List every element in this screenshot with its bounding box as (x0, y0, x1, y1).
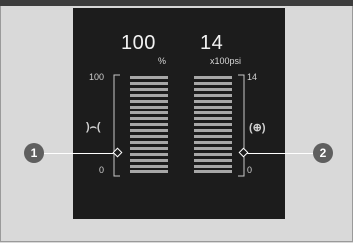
callout-1-badge: 1 (24, 143, 44, 163)
left-gauge-segment (130, 76, 168, 79)
right-gauge-segment (194, 76, 232, 79)
left-gauge-segment (130, 81, 168, 85)
left-gauge-segment (130, 140, 168, 144)
right-gauge-segment (194, 87, 232, 91)
left-gauge-max-label: 100 (89, 72, 105, 82)
right-gauge-segment (194, 117, 232, 121)
left-gauge-bar (130, 76, 168, 176)
right-gauge-segment (194, 152, 232, 156)
callout-2-line (243, 153, 313, 154)
left-gauge-segment (130, 146, 168, 150)
gauge-display-panel: 100 % 14 x100psi 100 0 14 0 )⌢( (⊕) (73, 8, 285, 219)
left-gauge-bracket (113, 74, 120, 177)
tire-pressure-icon: (⊕) (249, 122, 266, 134)
right-gauge-value: 14 (200, 32, 224, 54)
right-gauge-segment (194, 99, 232, 103)
left-gauge-segment (130, 99, 168, 103)
left-gauge-segment (130, 135, 168, 138)
left-gauge-segment (130, 105, 168, 109)
right-gauge-bar (194, 76, 232, 176)
left-gauge-segment (130, 87, 168, 91)
left-gauge-min-label: 0 (99, 165, 105, 175)
right-gauge-segment (194, 146, 232, 150)
right-gauge-segment (194, 170, 232, 174)
left-gauge-segment (130, 170, 168, 174)
left-gauge-value: 100 (121, 32, 156, 54)
callout-1-line (44, 153, 117, 154)
left-gauge-segment (130, 117, 168, 121)
right-gauge-segment (194, 123, 232, 127)
left-gauge-segment (130, 129, 168, 133)
left-gauge-segment (130, 111, 168, 115)
left-gauge-segment (130, 164, 168, 168)
right-gauge-segment (194, 105, 232, 109)
right-gauge-segment (194, 111, 232, 115)
right-gauge-bracket (238, 74, 245, 177)
left-gauge-segment (130, 158, 168, 162)
right-gauge-segment (194, 135, 232, 138)
left-gauge-segment (130, 152, 168, 156)
right-gauge-segment (194, 158, 232, 162)
left-gauge-segment (130, 123, 168, 127)
right-gauge-unit: x100psi (210, 56, 242, 66)
left-gauge-segment (130, 93, 168, 97)
right-gauge-segment (194, 129, 232, 133)
left-gauge-unit: % (158, 56, 167, 66)
callout-2-badge: 2 (313, 143, 333, 163)
right-gauge-segment (194, 140, 232, 144)
right-gauge-segment (194, 81, 232, 85)
right-gauge-segment (194, 164, 232, 168)
right-gauge-min-label: 0 (247, 165, 253, 175)
right-gauge-max-label: 14 (247, 72, 258, 82)
right-gauge-segment (194, 93, 232, 97)
oil-life-icon: )⌢( (86, 121, 101, 133)
